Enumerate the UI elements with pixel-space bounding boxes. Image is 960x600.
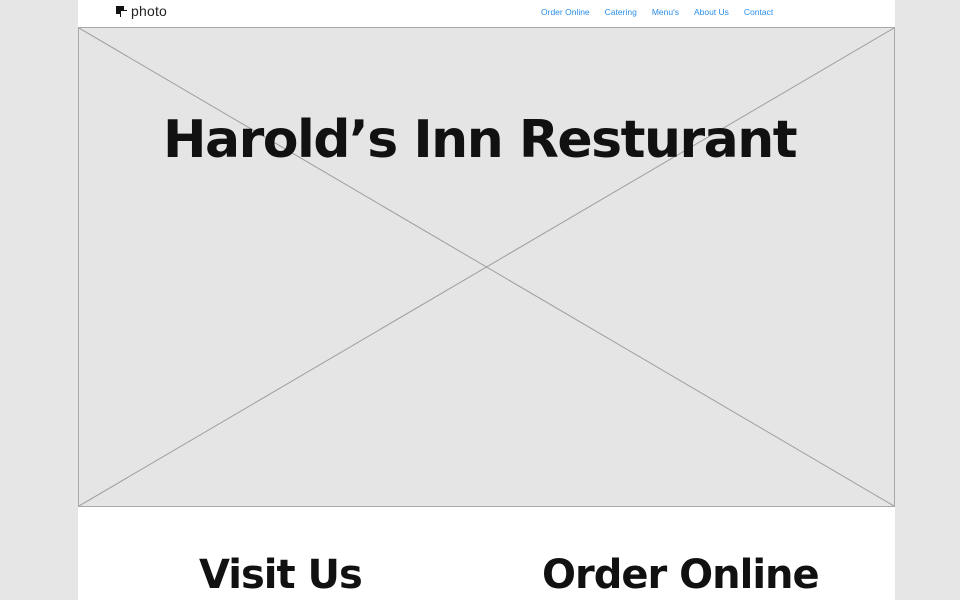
top-navigation-bar: photo Order Online Catering Menu's About… [78,0,895,26]
nav-link-order-online[interactable]: Order Online [541,7,590,17]
logo-text: photo [131,3,168,19]
logo[interactable]: photo [116,3,167,19]
page-content: photo Order Online Catering Menu's About… [78,0,895,600]
order-online-heading: Order Online [542,552,820,598]
nav-link-about-us[interactable]: About Us [694,7,729,17]
nav-link-catering[interactable]: Catering [605,7,637,17]
hero-title: Harold’s Inn Resturant [163,110,798,170]
main-nav: Order Online Catering Menu's About Us Co… [541,7,773,17]
nav-link-contact[interactable]: Contact [744,7,773,17]
image-placeholder-x-icon [79,28,894,506]
visit-us-heading: Visit Us [199,552,363,598]
hero-image-placeholder: Harold’s Inn Resturant [78,27,895,507]
nav-link-menus[interactable]: Menu's [652,7,679,17]
stacked-squares-icon [116,6,127,17]
